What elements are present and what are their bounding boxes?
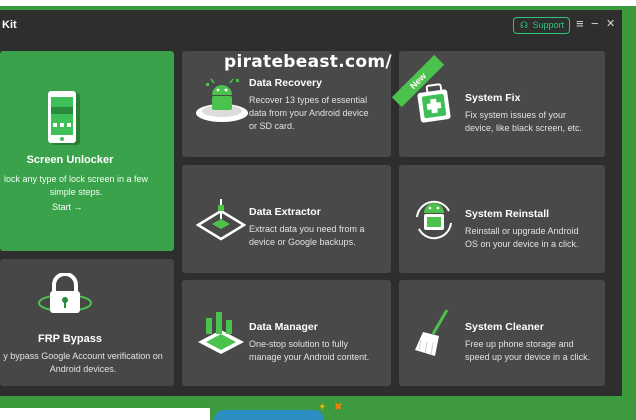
screen-unlocker-card[interactable]: Screen Unlocker lock any type of lock sc… [0,51,174,251]
start-label: Start [52,202,72,212]
arrow-right-icon: → [73,202,83,212]
card-title: Data Recovery [249,77,322,89]
sparkle-icon: ✦ [318,402,327,413]
app-window: Kit ☊ Support ≡ − ✕ Screen Unlocker lock… [0,10,622,396]
data-extractor-icon [195,199,247,241]
description-line: OS on your device in a click. [465,239,579,249]
data-manager-card[interactable]: Data Manager One-stop solution to fully … [182,280,391,386]
card-title: System Cleaner [465,321,544,333]
card-description: lock any type of lock screen in a few si… [0,173,152,199]
description-line: Extract data you need from a [249,224,365,234]
card-title: System Fix [465,92,521,104]
android-recovery-icon [196,78,248,122]
description-line: Free up phone storage and [465,339,574,349]
support-label: Support [532,20,565,30]
card-title: FRP Bypass [38,333,102,345]
title-bar: Kit ☊ Support ≡ − ✕ [0,10,622,40]
android-reinstall-icon [416,200,452,240]
description-line: lock any type of lock screen in a few [3,174,149,184]
minimize-button[interactable]: − [591,16,599,32]
support-button[interactable]: ☊ Support [513,17,570,34]
broom-icon [415,309,449,356]
close-button[interactable]: ✕ [606,16,615,32]
description-line: Recover 13 types of essential [249,95,368,105]
card-description: y bypass Google Account verification on … [0,350,166,376]
system-cleaner-card[interactable]: System Cleaner Free up phone storage and… [399,280,605,386]
system-reinstall-card[interactable]: System Reinstall Reinstall or upgrade An… [399,165,605,273]
frp-bypass-card[interactable]: FRP Bypass y bypass Google Account verif… [0,259,174,386]
background-shape [214,410,324,420]
card-title: System Reinstall [465,208,550,220]
description-line: Android devices. [49,364,117,374]
padlock-icon [38,273,92,313]
data-manager-icon [198,312,244,354]
description-line: manage your Android content. [249,352,370,362]
start-link[interactable]: Start → [52,201,83,214]
background-bottom-left [0,408,210,420]
card-description: Recover 13 types of essential data from … [249,94,369,133]
description-line: One-stop solution to fully [249,339,349,349]
description-line: device, like black screen, etc. [465,123,583,133]
description-line: Reinstall or upgrade Android [465,226,579,236]
sparkle-icon: ✖ [334,402,343,413]
description-line: Fix system issues of your [465,110,567,120]
card-title: Data Extractor [249,206,321,218]
background-top [0,0,636,6]
card-description: Fix system issues of your device, like b… [465,109,582,135]
card-description: Extract data you need from a device or G… [249,223,365,249]
description-line: or SD card. [249,121,295,131]
menu-icon[interactable]: ≡ [576,16,584,32]
description-line: data from your Android device [249,108,369,118]
description-line: simple steps. [49,187,103,197]
data-extractor-card[interactable]: Data Extractor Extract data you need fro… [182,165,391,273]
card-description: Free up phone storage and speed up your … [465,338,590,364]
app-title: Kit [2,19,17,31]
phone-lock-icon [48,91,80,145]
card-description: Reinstall or upgrade Android OS on your … [465,225,579,251]
card-description: One-stop solution to fully manage your A… [249,338,369,364]
headset-icon: ☊ [520,20,528,30]
description-line: device or Google backups. [249,237,356,247]
description-line: y bypass Google Account verification on [3,351,163,361]
description-line: speed up your device in a click. [465,352,591,362]
watermark-text: piratebeast.com/ [224,52,392,72]
card-title: Data Manager [249,321,318,333]
card-title: Screen Unlocker [26,154,114,166]
